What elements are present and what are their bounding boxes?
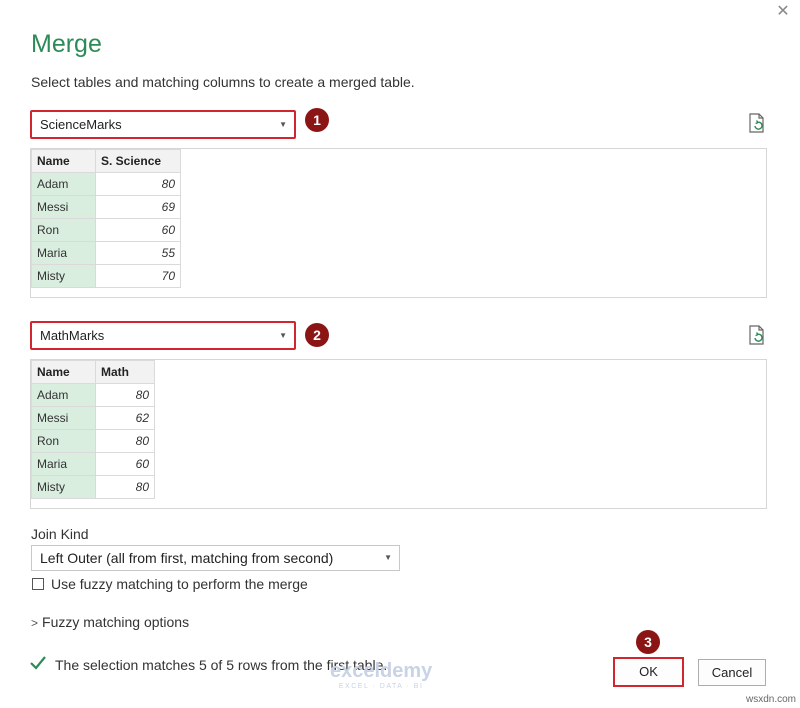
cell-value: 80 <box>95 383 155 407</box>
table-row: Messi 62 <box>31 406 155 430</box>
table-row: Maria 60 <box>31 452 155 476</box>
second-table-select[interactable]: MathMarks ▼ <box>30 321 296 350</box>
table-row: Misty 70 <box>31 264 181 288</box>
cell-name: Messi <box>31 406 96 430</box>
column-header-name[interactable]: Name <box>31 360 96 384</box>
step-badge-2: 2 <box>305 323 329 347</box>
close-icon[interactable]: ✕ <box>774 3 792 21</box>
site-watermark: wsxdn.com <box>746 694 797 705</box>
cell-value: 70 <box>95 264 181 288</box>
chevron-down-icon: ▼ <box>279 120 287 129</box>
cell-value: 80 <box>95 429 155 453</box>
step-badge-1: 1 <box>305 108 329 132</box>
table-row: Adam 80 <box>31 172 181 196</box>
column-header-math[interactable]: Math <box>95 360 155 384</box>
table-row: Ron 80 <box>31 429 155 453</box>
cell-value: 62 <box>95 406 155 430</box>
cell-name: Maria <box>31 241 96 265</box>
cell-name: Messi <box>31 195 96 219</box>
step-badge-3: 3 <box>636 630 660 654</box>
table-row: Messi 69 <box>31 195 181 219</box>
join-kind-select[interactable]: Left Outer (all from first, matching fro… <box>31 545 400 571</box>
second-table-select-value: MathMarks <box>40 328 105 343</box>
dialog-subtitle: Select tables and matching columns to cr… <box>31 74 415 90</box>
first-table-select-value: ScienceMarks <box>40 117 122 132</box>
first-table-select[interactable]: ScienceMarks ▼ <box>30 110 296 139</box>
cell-value: 69 <box>95 195 181 219</box>
fuzzy-options-expander[interactable]: > Fuzzy matching options <box>31 614 189 630</box>
column-header-science[interactable]: S. Science <box>95 149 181 173</box>
watermark-tagline: EXCEL · DATA · BI <box>338 683 424 690</box>
cell-value: 60 <box>95 218 181 242</box>
fuzzy-matching-checkbox-label[interactable]: Use fuzzy matching to perform the merge <box>51 576 308 592</box>
table-row: Maria 55 <box>31 241 181 265</box>
cancel-button[interactable]: Cancel <box>698 659 766 686</box>
cell-name: Misty <box>31 264 96 288</box>
ok-button[interactable]: OK <box>613 657 684 687</box>
cell-name: Ron <box>31 218 96 242</box>
second-table-grid: Name Math Adam 80 Messi 62 Ron 80 Maria 60 M… <box>31 360 155 499</box>
first-table-preview: Name S. Science Adam 80 Messi 69 Ron 60 Mar… <box>30 148 767 298</box>
cell-name: Misty <box>31 475 96 499</box>
chevron-right-icon: > <box>31 616 39 630</box>
refresh-preview-icon[interactable] <box>746 112 768 134</box>
table-row: Ron 60 <box>31 218 181 242</box>
cell-value: 60 <box>95 452 155 476</box>
cell-value: 55 <box>95 241 181 265</box>
first-table-grid: Name S. Science Adam 80 Messi 69 Ron 60 Mar… <box>31 149 181 288</box>
watermark-logo: exceldemy EXCEL · DATA · BI <box>330 660 432 690</box>
check-icon <box>29 655 47 671</box>
table-row: Adam 80 <box>31 383 155 407</box>
refresh-preview-icon[interactable] <box>746 324 768 346</box>
cell-name: Adam <box>31 383 96 407</box>
column-header-name[interactable]: Name <box>31 149 96 173</box>
cell-name: Adam <box>31 172 96 196</box>
watermark-brand: exceldemy <box>330 660 433 682</box>
table-row: Misty 80 <box>31 475 155 499</box>
chevron-down-icon: ▼ <box>384 553 392 562</box>
chevron-down-icon: ▼ <box>279 331 287 340</box>
cell-name: Ron <box>31 429 96 453</box>
join-kind-select-value: Left Outer (all from first, matching fro… <box>40 550 334 566</box>
fuzzy-matching-checkbox[interactable] <box>32 578 44 590</box>
second-table-preview: Name Math Adam 80 Messi 62 Ron 80 Maria 60 M… <box>30 359 767 509</box>
join-kind-label: Join Kind <box>31 526 89 542</box>
cell-value: 80 <box>95 172 181 196</box>
fuzzy-options-label: Fuzzy matching options <box>42 614 190 630</box>
cell-name: Maria <box>31 452 96 476</box>
dialog-title: Merge <box>31 30 102 58</box>
cell-value: 80 <box>95 475 155 499</box>
